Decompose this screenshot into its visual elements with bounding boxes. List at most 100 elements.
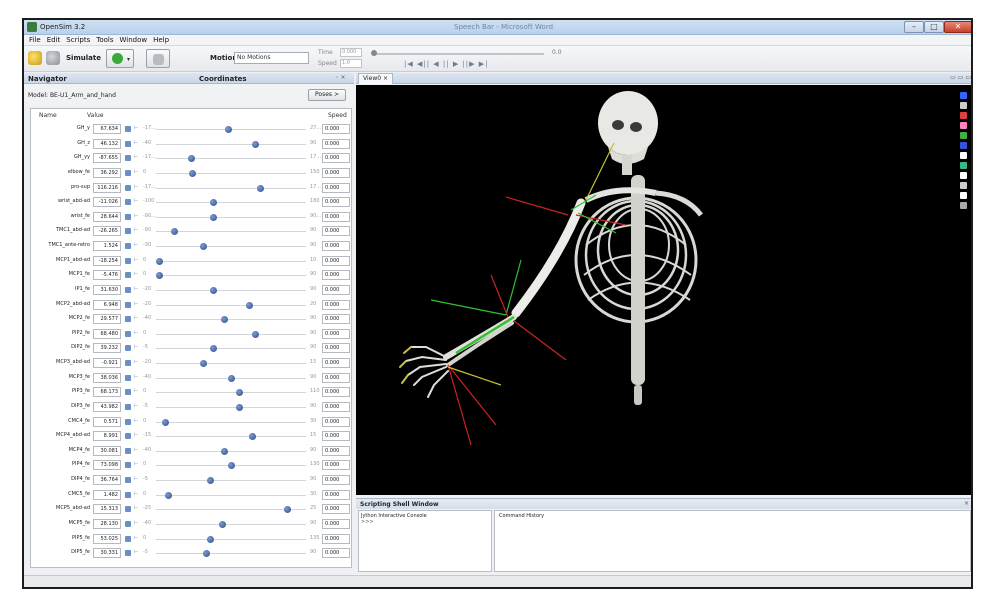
playback-controls[interactable]: |◀ ◀|| ◀ || ▶ ||▶ ▶| [404,60,489,68]
clamp-icon[interactable]: ⊢ [134,447,138,453]
coordinate-value-field[interactable]: 1.482 [93,489,121,500]
coordinate-value-field[interactable]: 46.132 [93,138,121,149]
coordinate-speed-field[interactable]: 0.000 [322,475,350,485]
clamp-icon[interactable]: ⊢ [134,227,138,233]
slider-thumb[interactable] [210,199,217,207]
lock-icon[interactable] [125,433,131,440]
speed-field[interactable]: 1.0 [340,59,362,68]
clamp-icon[interactable]: ⊢ [134,198,138,204]
slider-thumb[interactable] [156,257,163,265]
lock-icon[interactable] [125,140,131,147]
coordinate-slider[interactable] [156,360,306,367]
coordinate-slider[interactable] [156,389,306,397]
view-window-controls[interactable]: ▭ ▭ ▭ [950,74,971,81]
menu-scripts[interactable]: Scripts [63,35,93,46]
coordinate-speed-field[interactable]: 0.000 [322,489,350,500]
coordinate-speed-field[interactable]: 0.000 [322,299,350,310]
coordinate-value-field[interactable]: 1.524 [93,241,121,251]
menu-tools[interactable]: Tools [93,35,116,46]
coordinate-value-field[interactable]: -5.476 [93,270,121,281]
slider-thumb[interactable] [246,301,253,309]
coordinate-slider[interactable] [156,155,306,163]
clamp-icon[interactable]: ⊢ [134,476,138,482]
slider-thumb[interactable] [207,477,214,484]
menu-window[interactable]: Window [116,35,150,46]
simulate-button[interactable]: ▾ [106,49,134,68]
poses-button[interactable]: Poses > [308,89,346,101]
coordinate-value-field[interactable]: 68.480 [93,328,121,339]
coordinate-speed-field[interactable]: 0.000 [322,358,350,368]
coordinate-value-field[interactable]: 73.098 [93,460,121,471]
coordinate-speed-field[interactable]: 0.000 [322,270,350,281]
lock-icon[interactable] [125,418,131,425]
coordinate-slider[interactable] [156,491,306,499]
slider-thumb[interactable] [252,140,259,148]
coordinate-value-field[interactable]: 36.292 [93,167,121,178]
coordinate-value-field[interactable]: 38.036 [93,372,121,383]
lock-icon[interactable] [125,491,131,498]
coordinate-speed-field[interactable]: 0.000 [322,372,350,383]
coordinate-speed-field[interactable]: 0.000 [322,255,350,266]
lock-icon[interactable] [125,155,131,162]
slider-thumb[interactable] [235,389,243,397]
coordinate-speed-field[interactable]: 0.000 [322,431,350,442]
coordinate-slider[interactable] [156,301,306,309]
clamp-icon[interactable]: ⊢ [134,286,138,292]
coordinate-slider[interactable] [156,462,306,470]
lock-icon[interactable] [125,243,131,249]
coordinate-value-field[interactable]: 53.025 [93,533,121,544]
lock-icon[interactable] [125,272,131,279]
slider-thumb[interactable] [162,418,169,426]
coordinate-slider[interactable] [156,535,306,543]
clamp-icon[interactable]: ⊢ [134,242,138,248]
coordinate-slider[interactable] [156,213,306,221]
slider-thumb[interactable] [199,360,207,367]
coordinate-value-field[interactable]: -26.265 [93,226,121,237]
slider-thumb[interactable] [283,506,291,514]
time-slider[interactable] [371,50,544,56]
coordinate-value-field[interactable]: 39.232 [93,343,121,354]
tab-navigator[interactable]: Navigator [28,75,67,83]
slider-thumb[interactable] [249,433,256,441]
view-tool-icon[interactable] [960,132,967,139]
coordinate-slider[interactable] [156,403,306,411]
3d-viewport[interactable] [356,85,971,495]
slider-thumb[interactable] [189,169,196,177]
clamp-icon[interactable]: ⊢ [134,271,138,277]
slider-thumb[interactable] [202,550,210,558]
slider-thumb[interactable] [207,535,214,543]
coordinate-speed-field[interactable]: 0.000 [322,211,350,222]
coordinate-speed-field[interactable]: 0.000 [322,343,350,354]
view-tool-icon[interactable] [960,112,967,119]
lock-icon[interactable] [125,286,131,293]
slider-thumb[interactable] [256,184,264,192]
slider-thumb[interactable] [219,520,226,528]
coordinate-value-field[interactable]: 31.630 [93,284,121,295]
slider-thumb[interactable] [210,345,217,353]
coordinate-slider[interactable] [156,520,306,528]
lock-icon[interactable] [125,330,131,337]
clamp-icon[interactable]: ⊢ [134,315,138,321]
clamp-icon[interactable]: ⊢ [134,359,138,365]
view-tool-icon[interactable] [960,102,967,109]
close-icon[interactable]: × [964,500,969,507]
view-tool-icon[interactable] [960,152,967,159]
lock-icon[interactable] [125,213,131,220]
coordinate-value-field[interactable]: 68.173 [93,387,121,398]
lock-icon[interactable] [125,228,131,235]
coordinate-value-field[interactable]: 6.948 [93,299,121,310]
coordinate-value-field[interactable]: 28.130 [93,518,121,529]
time-slider-thumb[interactable] [371,50,377,56]
slider-thumb[interactable] [210,213,217,221]
coordinate-speed-field[interactable]: 0.000 [322,167,350,178]
coordinate-slider[interactable] [156,506,306,514]
lock-icon[interactable] [125,535,131,542]
coordinate-value-field[interactable]: 30.331 [93,548,121,559]
lock-icon[interactable] [125,360,131,366]
view-tool-icon[interactable] [960,122,967,129]
coordinate-speed-field[interactable]: 0.000 [322,548,350,559]
clamp-icon[interactable]: ⊢ [134,418,138,424]
lock-icon[interactable] [125,345,131,352]
coordinate-slider[interactable] [156,330,306,338]
redo-icon[interactable] [46,51,60,65]
